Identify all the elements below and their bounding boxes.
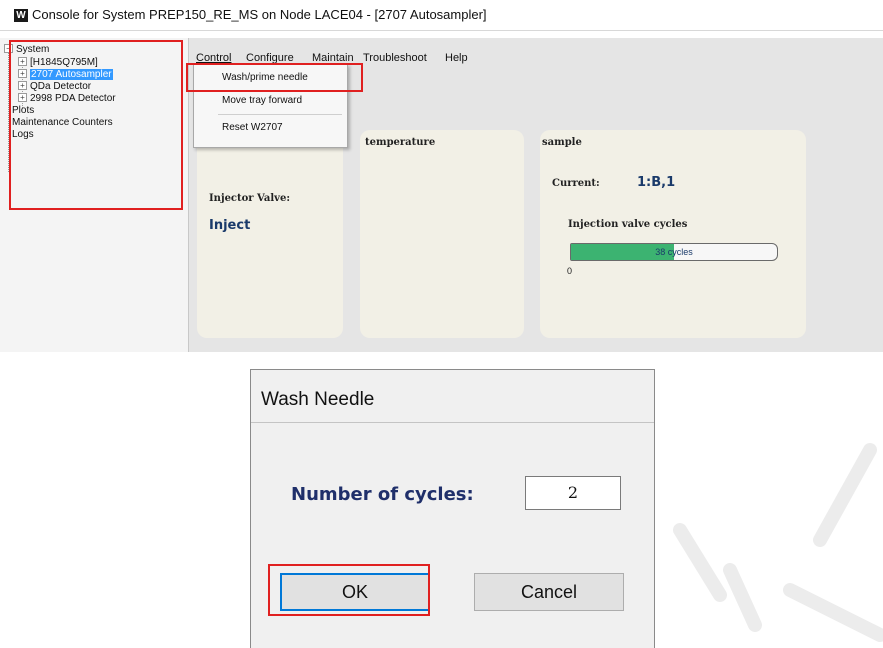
injector-valve-value: Inject bbox=[209, 218, 251, 233]
console-window: W Console for System PREP150_RE_MS on No… bbox=[0, 0, 883, 352]
menu-item-move-tray-forward[interactable]: Move tray forward bbox=[222, 95, 302, 106]
menu-item-reset[interactable]: Reset W2707 bbox=[222, 122, 283, 133]
current-sample-value: 1:B,1 bbox=[637, 175, 676, 190]
menu-help[interactable]: Help bbox=[445, 50, 468, 66]
injector-panel bbox=[197, 130, 343, 338]
temperature-title: temperature bbox=[365, 137, 436, 148]
menu-separator bbox=[218, 114, 342, 115]
dialog-title-separator bbox=[251, 422, 654, 423]
waters-logo-icon: W bbox=[14, 9, 28, 22]
watermark-graphic bbox=[673, 443, 883, 642]
watermark-stroke bbox=[673, 523, 727, 602]
injection-cycles-text: 38 cycles bbox=[655, 247, 693, 257]
cancel-button[interactable]: Cancel bbox=[474, 573, 624, 611]
dialog-title: Wash Needle bbox=[261, 389, 375, 410]
title-bar: W Console for System PREP150_RE_MS on No… bbox=[0, 0, 883, 31]
injector-valve-label: Injector Valve: bbox=[209, 193, 291, 204]
menu-troubleshoot[interactable]: Troubleshoot bbox=[363, 50, 427, 66]
window-title: Console for System PREP150_RE_MS on Node… bbox=[32, 7, 487, 22]
watermark-stroke bbox=[783, 583, 883, 642]
injection-cycles-min: 0 bbox=[567, 266, 573, 276]
injection-cycles-label: Injection valve cycles bbox=[568, 219, 688, 230]
number-of-cycles-label: Number of cycles: bbox=[291, 484, 474, 505]
highlight-ok-box bbox=[268, 564, 430, 616]
current-sample-label: Current: bbox=[552, 178, 600, 189]
sample-title: sample bbox=[542, 137, 582, 148]
highlight-wash-menu-box bbox=[186, 63, 363, 92]
watermark-stroke bbox=[723, 563, 762, 632]
highlight-tree-box bbox=[9, 40, 183, 210]
temperature-panel bbox=[360, 130, 524, 338]
sample-panel bbox=[540, 130, 806, 338]
injection-cycles-bar: 38 cycles bbox=[570, 243, 778, 261]
watermark-stroke bbox=[813, 443, 877, 547]
number-of-cycles-input[interactable]: 2 bbox=[525, 476, 621, 510]
